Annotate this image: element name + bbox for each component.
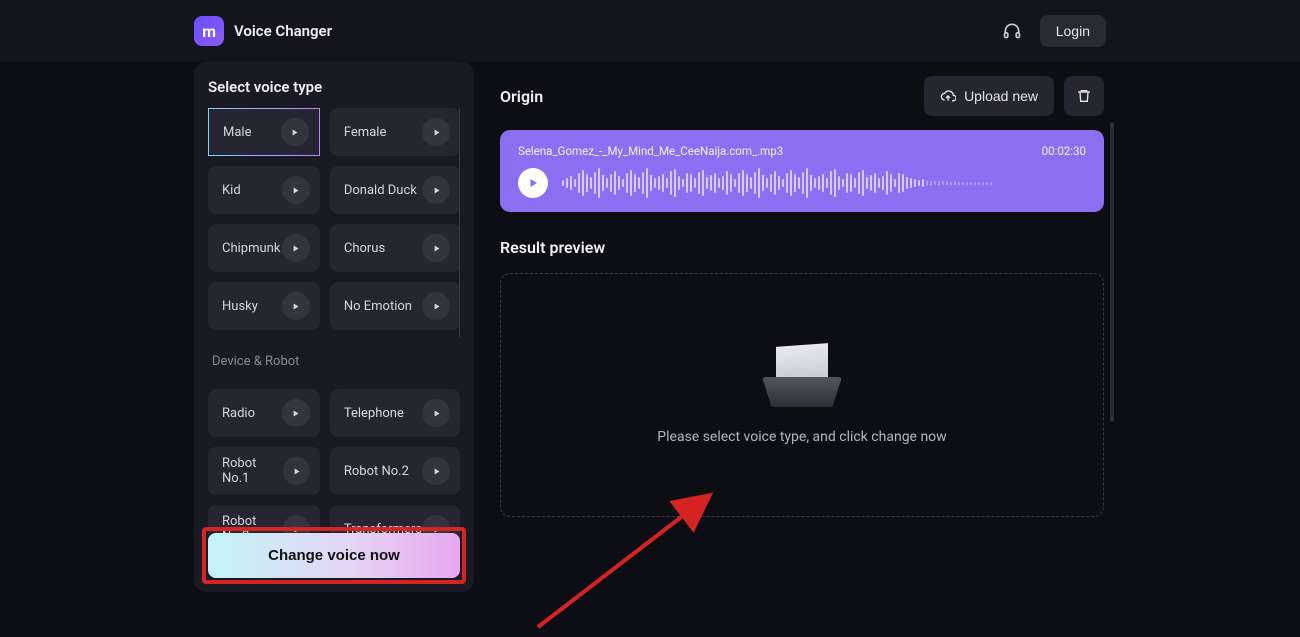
- play-icon[interactable]: [283, 457, 309, 485]
- voice-label: Robot No.2: [344, 464, 409, 479]
- result-placeholder-text: Please select voice type, and click chan…: [657, 429, 946, 445]
- voice-group-label: Device & Robot: [212, 354, 460, 369]
- scrollbar[interactable]: [1110, 122, 1114, 422]
- voice-label: Male: [223, 125, 251, 140]
- audio-duration: 00:02:30: [1042, 144, 1086, 158]
- play-icon[interactable]: [422, 457, 450, 485]
- play-icon[interactable]: [282, 292, 310, 320]
- voice-card[interactable]: Telephone: [330, 389, 460, 437]
- delete-button[interactable]: [1064, 76, 1104, 116]
- empty-inbox-icon: [762, 345, 842, 407]
- voice-card[interactable]: Chipmunk: [208, 224, 320, 272]
- voice-card[interactable]: Husky: [208, 282, 320, 330]
- app-logo: m: [194, 16, 224, 46]
- play-icon[interactable]: [422, 176, 450, 204]
- origin-title: Origin: [500, 87, 543, 106]
- audio-file-name: Selena_Gomez_-_My_Mind_Me_CeeNaija.com_.…: [518, 144, 783, 158]
- play-button[interactable]: [518, 168, 548, 198]
- voice-card[interactable]: No Emotion: [330, 282, 460, 330]
- cloud-upload-icon: [940, 88, 956, 104]
- play-icon[interactable]: [422, 292, 450, 320]
- trash-icon: [1076, 88, 1092, 104]
- play-icon[interactable]: [422, 118, 450, 146]
- play-icon[interactable]: [281, 118, 309, 146]
- waveform[interactable]: [562, 166, 1086, 200]
- upload-new-label: Upload new: [964, 88, 1038, 104]
- voice-sidebar: Select voice type Male Female Kid Donald Du…: [194, 62, 474, 592]
- voice-label: Robot No.1: [222, 456, 283, 486]
- voice-card[interactable]: Robot No.1: [208, 447, 320, 495]
- voice-card[interactable]: Kid: [208, 166, 320, 214]
- voice-card[interactable]: Donald Duck: [330, 166, 460, 214]
- play-icon[interactable]: [422, 234, 450, 262]
- play-icon[interactable]: [282, 399, 310, 427]
- voice-label: Radio: [222, 406, 255, 421]
- voice-list: Male Female Kid Donald Duck Chipmunk Chorus Hu…: [208, 108, 460, 578]
- sidebar-title: Select voice type: [208, 78, 460, 96]
- voice-card[interactable]: Female: [330, 108, 460, 156]
- voice-label: Donald Duck: [344, 183, 417, 198]
- voice-label: Kid: [222, 183, 241, 198]
- upload-new-button[interactable]: Upload new: [924, 76, 1054, 116]
- voice-card[interactable]: Male: [208, 108, 320, 156]
- main-panel: Origin Upload new Selena_Gomez_-_My_Mind…: [500, 62, 1104, 611]
- origin-audio-card: Selena_Gomez_-_My_Mind_Me_CeeNaija.com_.…: [500, 130, 1104, 212]
- play-icon[interactable]: [422, 399, 450, 427]
- voice-label: Female: [344, 125, 386, 140]
- result-preview-box: Please select voice type, and click chan…: [500, 273, 1104, 517]
- voice-card[interactable]: Radio: [208, 389, 320, 437]
- login-button[interactable]: Login: [1040, 15, 1106, 47]
- change-voice-button[interactable]: Change voice now: [208, 533, 460, 578]
- cta-highlight-box: Change voice now: [202, 527, 466, 584]
- voice-label: Telephone: [344, 406, 404, 421]
- voice-label: Husky: [222, 299, 258, 314]
- result-title: Result preview: [500, 238, 1104, 257]
- voice-label: Chorus: [344, 241, 385, 256]
- voice-label: Chipmunk: [222, 241, 280, 256]
- top-bar: m Voice Changer Login: [0, 0, 1300, 62]
- voice-card[interactable]: Robot No.2: [330, 447, 460, 495]
- voice-label: No Emotion: [344, 299, 412, 314]
- headset-icon[interactable]: [994, 13, 1030, 49]
- app-title: Voice Changer: [234, 22, 332, 40]
- play-icon[interactable]: [282, 176, 310, 204]
- play-icon[interactable]: [282, 234, 310, 262]
- voice-card[interactable]: Chorus: [330, 224, 460, 272]
